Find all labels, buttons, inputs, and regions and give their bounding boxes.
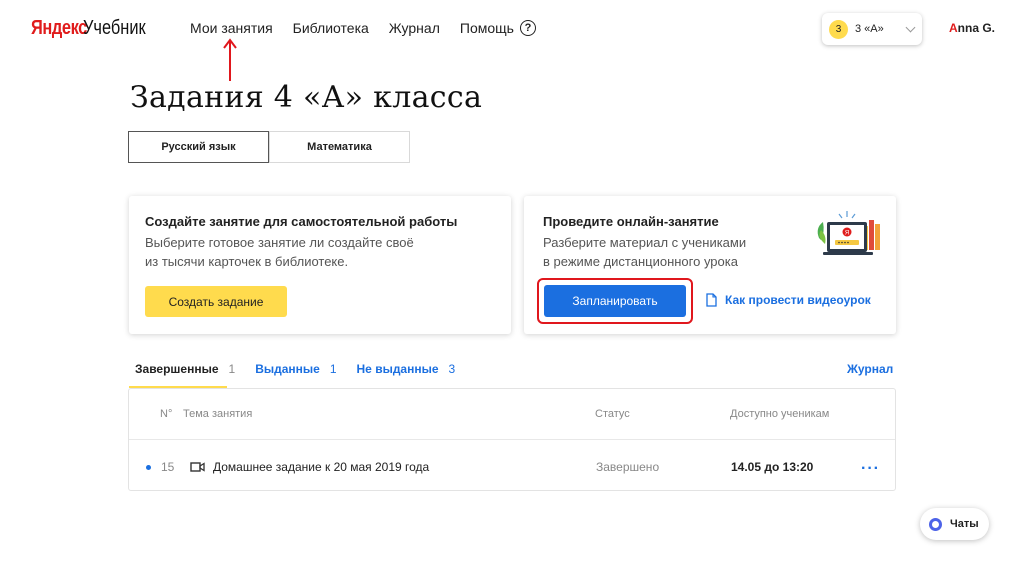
- unread-dot-icon: [146, 465, 151, 470]
- self-work-card: Создайте занятие для самостоятельной раб…: [129, 196, 511, 334]
- video-camera-icon: [190, 462, 205, 472]
- nav-library[interactable]: Библиотека: [293, 20, 369, 36]
- online-lesson-card: Проведите онлайн-занятие Разберите матер…: [524, 196, 896, 334]
- assignment-filter-tabs: Завершенные 1 Выданные 1 Не выданные 3: [135, 362, 455, 376]
- filter-completed[interactable]: Завершенные 1: [135, 362, 235, 376]
- user-name-first-letter: A: [949, 21, 958, 35]
- online-lesson-card-title: Проведите онлайн-занятие: [543, 214, 719, 229]
- column-header-status: Статус: [595, 408, 630, 420]
- more-options-icon[interactable]: ···: [861, 460, 880, 478]
- filter-issued-label: Выданные: [255, 362, 320, 376]
- filter-not-issued-count: 3: [448, 362, 456, 376]
- row-topic: Домашнее задание к 20 мая 2019 года: [213, 460, 430, 474]
- assignments-table: N° Тема занятия Статус Доступно ученикам…: [128, 388, 896, 491]
- filter-issued-count: 1: [329, 362, 337, 376]
- tab-math[interactable]: Математика: [269, 131, 410, 163]
- column-header-number: N°: [160, 408, 173, 420]
- nav-journal[interactable]: Журнал: [389, 20, 440, 36]
- nav-my-lessons[interactable]: Мои занятия: [190, 20, 273, 36]
- table-header: N° Тема занятия Статус Доступно ученикам: [129, 389, 895, 440]
- online-lesson-illustration-icon: Я: [817, 211, 880, 255]
- row-status: Завершено: [596, 460, 660, 474]
- self-work-card-text: Выберите готовое занятие ли создайте сво…: [145, 233, 414, 271]
- nav-help-label: Помощь: [459, 20, 514, 36]
- subject-tabs: Русский язык Математика: [128, 131, 410, 163]
- journal-link[interactable]: Журнал: [847, 362, 893, 376]
- column-header-topic: Тема занятия: [183, 408, 253, 420]
- self-work-card-text-line2: из тысячи карточек в библиотеке.: [145, 254, 349, 269]
- class-selector-label: 3 «А»: [855, 23, 884, 35]
- create-assignment-button[interactable]: Создать задание: [145, 286, 287, 317]
- chevron-down-icon: [905, 22, 916, 33]
- how-to-video-lesson-link[interactable]: Как провести видеоурок: [706, 293, 871, 307]
- how-to-video-lesson-label: Как провести видеоурок: [725, 293, 871, 307]
- online-lesson-card-text: Разберите материал с учениками в режиме …: [543, 233, 746, 271]
- self-work-card-title: Создайте занятие для самостоятельной раб…: [145, 214, 458, 229]
- document-icon: [706, 293, 717, 307]
- filter-completed-count: 1: [228, 362, 236, 376]
- class-number-badge: 3: [829, 19, 848, 39]
- main-nav: Мои занятия Библиотека Журнал Помощь ?: [190, 20, 556, 36]
- chat-icon: [929, 517, 942, 531]
- chats-button[interactable]: Чаты: [920, 508, 989, 540]
- svg-text:Я: Я: [845, 231, 849, 237]
- filter-issued[interactable]: Выданные 1: [255, 362, 336, 376]
- user-profile[interactable]: Anna G.: [949, 21, 995, 35]
- nav-help[interactable]: Помощь ?: [460, 20, 536, 36]
- online-lesson-card-text-line1: Разберите материал с учениками: [543, 235, 747, 250]
- self-work-card-text-line1: Выберите готовое занятие ли создайте сво…: [145, 235, 414, 250]
- page-title: Задания 4 «А» класса: [130, 80, 483, 115]
- row-available: 14.05 до 13:20: [731, 460, 814, 474]
- table-row[interactable]: 15 Домашнее задание к 20 мая 2019 года З…: [129, 441, 895, 491]
- user-name-rest: nna G.: [957, 21, 996, 35]
- row-number: 15: [161, 460, 175, 474]
- logo-brand: Яндекс: [31, 16, 87, 39]
- filter-completed-label: Завершенные: [135, 362, 219, 376]
- red-arrow-annotation-icon: [223, 38, 237, 81]
- yandex-uchebnik-logo[interactable]: Яндекс Учебник: [31, 14, 160, 42]
- question-circle-icon: ?: [519, 20, 536, 36]
- class-selector[interactable]: 3 3 «А»: [822, 13, 922, 45]
- filter-not-issued-label: Не выданные: [356, 362, 439, 376]
- online-lesson-card-text-line2: в режиме дистанционного урока: [543, 254, 738, 269]
- filter-not-issued[interactable]: Не выданные 3: [357, 362, 456, 376]
- schedule-button[interactable]: Запланировать: [544, 285, 686, 317]
- column-header-available: Доступно ученикам: [730, 408, 830, 420]
- chats-label: Чаты: [950, 518, 979, 530]
- tab-russian[interactable]: Русский язык: [128, 131, 269, 163]
- logo-product: Учебник: [83, 16, 146, 39]
